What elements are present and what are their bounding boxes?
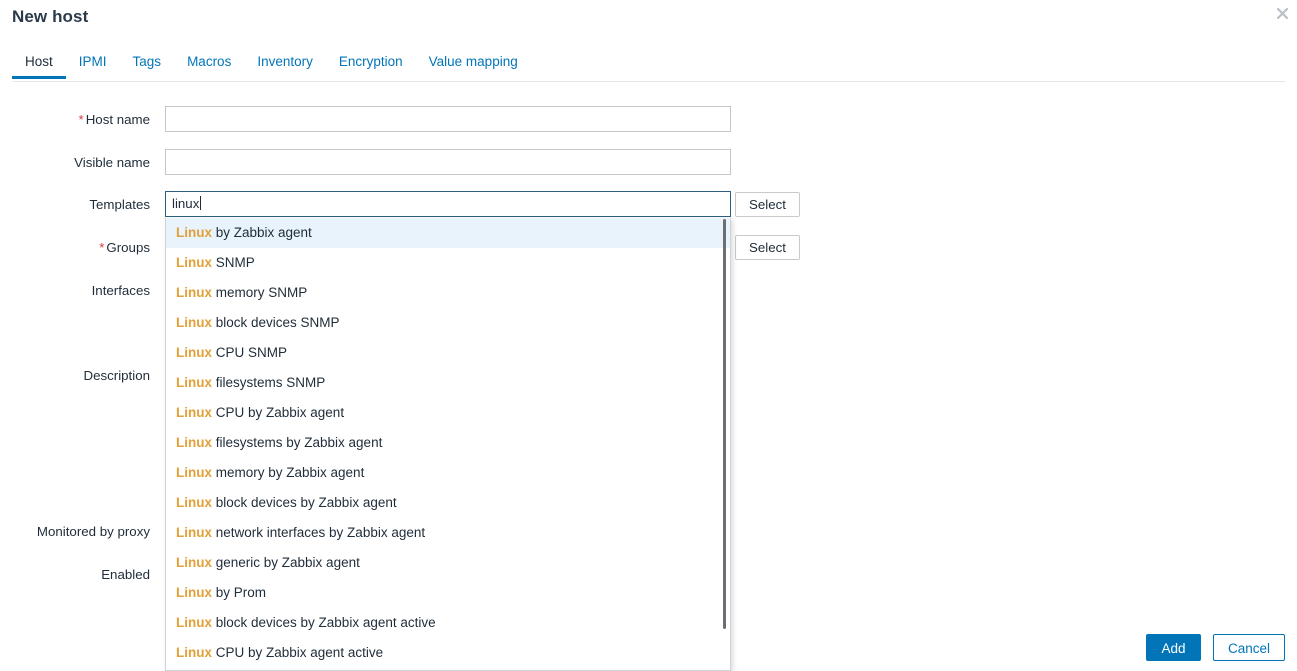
suggestion-match: Linux — [176, 405, 212, 420]
suggestion-item[interactable]: Linux block devices by Zabbix agent acti… — [166, 608, 730, 638]
groups-select-button[interactable]: Select — [735, 235, 800, 260]
text-caret — [200, 196, 202, 210]
new-host-dialog: New host Host IPMI Tags Macros Inventory Encr… — [0, 0, 1297, 671]
suggestion-item[interactable]: Linux block devices by Zabbix agent — [166, 488, 730, 518]
add-button[interactable]: Add — [1146, 634, 1201, 661]
suggestion-item[interactable]: Linux filesystems by Zabbix agent — [166, 428, 730, 458]
suggestion-item[interactable]: Linux filesystems SNMP — [166, 368, 730, 398]
templates-suggestion-dropdown[interactable]: Linux by Zabbix agent Linux SNMP Linux mem… — [165, 218, 731, 671]
suggestion-match: Linux — [176, 435, 212, 450]
suggestion-match: Linux — [176, 375, 212, 390]
suggestion-rest: filesystems SNMP — [212, 375, 326, 390]
page-title: New host — [12, 7, 89, 26]
suggestion-rest: generic by Zabbix agent — [212, 555, 360, 570]
suggestion-rest: CPU by Zabbix agent active — [212, 645, 384, 660]
suggestion-rest: by Prom — [212, 585, 267, 600]
suggestion-item[interactable]: Linux by Zabbix agent — [166, 218, 730, 248]
visible-name-input[interactable] — [165, 149, 731, 175]
suggestion-rest: memory SNMP — [212, 285, 308, 300]
suggestion-match: Linux — [176, 255, 212, 270]
host-name-input[interactable] — [165, 106, 731, 132]
tab-separator — [12, 81, 1285, 82]
close-icon[interactable] — [1271, 2, 1293, 24]
suggestion-match: Linux — [176, 585, 212, 600]
tab-bar: Host IPMI Tags Macros Inventory Encryption Val… — [0, 52, 1297, 82]
suggestion-match: Linux — [176, 495, 212, 510]
suggestion-match: Linux — [176, 615, 212, 630]
suggestion-match: Linux — [176, 345, 212, 360]
suggestion-item[interactable]: Linux CPU by Zabbix agent active — [166, 638, 730, 668]
suggestion-rest: memory by Zabbix agent — [212, 465, 365, 480]
tab-host[interactable]: Host — [12, 52, 66, 79]
templates-input[interactable]: linux — [165, 191, 731, 217]
label-description: Description — [83, 368, 150, 383]
suggestion-rest: SNMP — [212, 255, 255, 270]
required-asterisk-groups: * — [99, 240, 105, 255]
templates-input-value: linux — [172, 196, 200, 211]
suggestion-match: Linux — [176, 315, 212, 330]
suggestion-match: Linux — [176, 525, 212, 540]
suggestion-item[interactable]: Linux CPU by Zabbix agent — [166, 398, 730, 428]
required-asterisk-host-name: * — [78, 112, 84, 127]
suggestion-item[interactable]: Linux generic by Zabbix agent — [166, 548, 730, 578]
tab-encryption[interactable]: Encryption — [326, 52, 416, 79]
label-templates: Templates — [89, 197, 150, 212]
suggestion-match: Linux — [176, 465, 212, 480]
suggestion-scrollbar[interactable] — [723, 219, 726, 629]
suggestion-item[interactable]: Linux SNMP — [166, 248, 730, 278]
suggestion-rest: CPU by Zabbix agent — [212, 405, 345, 420]
suggestion-item[interactable]: Linux CPU SNMP — [166, 338, 730, 368]
suggestion-rest: CPU SNMP — [212, 345, 288, 360]
label-host-name: * Host name — [78, 112, 150, 127]
cancel-button[interactable]: Cancel — [1213, 634, 1285, 661]
suggestion-rest: block devices by Zabbix agent — [212, 495, 397, 510]
label-enabled: Enabled — [101, 567, 150, 582]
suggestion-rest: block devices SNMP — [212, 315, 340, 330]
suggestion-item[interactable]: Linux memory by Zabbix agent — [166, 458, 730, 488]
suggestion-item[interactable]: Linux block devices SNMP — [166, 308, 730, 338]
suggestion-item[interactable]: Linux memory SNMP — [166, 278, 730, 308]
tab-value-mapping[interactable]: Value mapping — [416, 52, 531, 79]
suggestion-item[interactable]: Linux network interfaces by Zabbix agent — [166, 518, 730, 548]
label-groups: * Groups — [99, 240, 150, 255]
tab-inventory[interactable]: Inventory — [244, 52, 326, 79]
label-monitored-by-proxy: Monitored by proxy — [36, 524, 150, 539]
suggestion-match: Linux — [176, 555, 212, 570]
label-visible-name: Visible name — [74, 155, 150, 170]
tab-ipmi[interactable]: IPMI — [66, 52, 120, 79]
templates-select-button[interactable]: Select — [735, 192, 800, 217]
suggestion-rest: filesystems by Zabbix agent — [212, 435, 383, 450]
tab-macros[interactable]: Macros — [174, 52, 244, 79]
suggestion-match: Linux — [176, 285, 212, 300]
suggestion-item[interactable]: Linux by Prom — [166, 578, 730, 608]
suggestion-rest: by Zabbix agent — [212, 225, 312, 240]
suggestion-rest: block devices by Zabbix agent active — [212, 615, 436, 630]
tab-tags[interactable]: Tags — [120, 52, 175, 79]
suggestion-match: Linux — [176, 225, 212, 240]
suggestion-rest: network interfaces by Zabbix agent — [212, 525, 426, 540]
suggestion-list: Linux by Zabbix agent Linux SNMP Linux mem… — [166, 218, 730, 668]
suggestion-match: Linux — [176, 645, 212, 660]
label-interfaces: Interfaces — [91, 283, 150, 298]
